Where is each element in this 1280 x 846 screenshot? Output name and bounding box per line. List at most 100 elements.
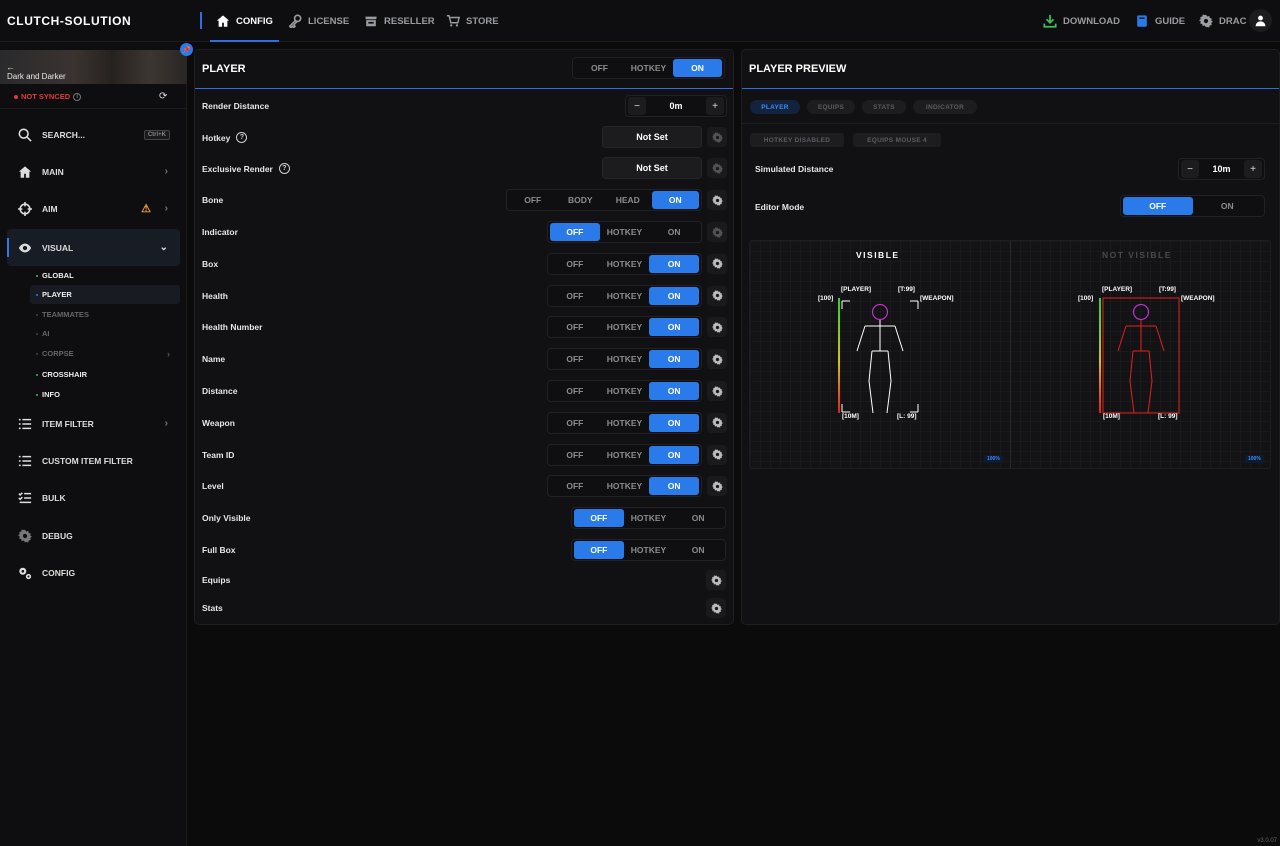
- decrement-button[interactable]: −: [628, 97, 646, 115]
- toggle-off[interactable]: OFF: [550, 382, 600, 400]
- toggle-hotkey[interactable]: HOTKEY: [600, 350, 650, 368]
- simulated-distance-stepper[interactable]: − 10m +: [1178, 158, 1265, 180]
- toggle-off[interactable]: OFF: [574, 541, 624, 559]
- sidebar-item-aim[interactable]: AIM ⚠ ›: [7, 190, 180, 227]
- sub-item-teammates[interactable]: TEAMMATES: [30, 305, 180, 324]
- row-settings-button[interactable]: [707, 381, 727, 401]
- sidebar-item-config[interactable]: CONFIG: [7, 554, 180, 591]
- game-banner[interactable]: ← Dark and Darker: [0, 50, 187, 84]
- row-settings-button[interactable]: [707, 444, 727, 465]
- toggle-on[interactable]: ON: [649, 445, 700, 464]
- toggle-hotkey[interactable]: HOTKEY: [600, 477, 650, 495]
- info-icon[interactable]: i: [73, 92, 82, 101]
- sidebar-item-main[interactable]: MAIN ›: [7, 153, 180, 190]
- tri-state-toggle[interactable]: OFF HOTKEY ON: [547, 252, 702, 275]
- download-link[interactable]: DOWNLOAD: [1043, 0, 1120, 42]
- tab-store[interactable]: STORE: [446, 0, 499, 42]
- toggle-on[interactable]: ON: [651, 191, 699, 209]
- toggle-hotkey[interactable]: HOTKEY: [600, 446, 650, 464]
- row-settings-button[interactable]: [707, 476, 727, 497]
- toggle-off[interactable]: OFF: [550, 255, 600, 273]
- row-settings-button[interactable]: [707, 285, 727, 306]
- increment-button[interactable]: +: [706, 97, 724, 115]
- preview-tab-equips[interactable]: EQUIPS: [807, 100, 855, 114]
- sub-item-info[interactable]: INFO: [30, 385, 180, 404]
- row-settings-button[interactable]: [707, 222, 727, 242]
- tri-state-toggle[interactable]: OFF HOTKEY ON: [547, 284, 702, 307]
- pin-icon[interactable]: 📌: [180, 43, 193, 56]
- toggle-hotkey[interactable]: HOTKEY: [600, 318, 650, 336]
- help-icon[interactable]: ?: [278, 163, 290, 174]
- tab-config[interactable]: CONFIG: [210, 0, 279, 42]
- sub-item-ai[interactable]: AI: [30, 324, 180, 343]
- toggle-body[interactable]: BODY: [557, 191, 605, 209]
- help-icon[interactable]: ?: [236, 132, 248, 143]
- preview-tab-stats[interactable]: STATS: [862, 100, 906, 114]
- bone-settings-button[interactable]: [707, 190, 727, 210]
- tab-reseller[interactable]: RESELLER: [364, 0, 435, 42]
- sidebar-item-debug[interactable]: DEBUG: [7, 517, 180, 554]
- toggle-off[interactable]: OFF: [550, 446, 600, 464]
- increment-button[interactable]: +: [1244, 160, 1262, 178]
- toggle-off[interactable]: OFF: [509, 191, 557, 209]
- bone-toggle[interactable]: OFF BODY HEAD ON: [506, 189, 702, 211]
- toggle-on[interactable]: ON: [649, 318, 700, 337]
- toggle-on[interactable]: ON: [1193, 197, 1263, 215]
- row-settings-button[interactable]: [707, 253, 727, 274]
- row-settings-button[interactable]: [707, 317, 727, 338]
- tri-state-toggle[interactable]: OFF HOTKEY ON: [547, 475, 702, 498]
- toggle-hotkey[interactable]: HOTKEY: [600, 255, 650, 273]
- tab-license[interactable]: LICENSE: [288, 0, 349, 42]
- toggle-on[interactable]: ON: [673, 509, 723, 527]
- tri-state-toggle[interactable]: OFF HOTKEY ON: [547, 411, 702, 434]
- editor-mode-toggle[interactable]: OFF ON: [1120, 195, 1265, 217]
- tri-state-toggle[interactable]: OFF HOTKEY ON: [547, 316, 702, 339]
- toggle-hotkey[interactable]: HOTKEY: [600, 287, 650, 305]
- avatar[interactable]: [1249, 9, 1272, 32]
- tri-state-toggle[interactable]: OFF HOTKEY ON: [571, 539, 726, 561]
- toggle-off[interactable]: OFF: [550, 477, 600, 495]
- toggle-on[interactable]: ON: [649, 350, 700, 369]
- back-arrow-icon[interactable]: ←: [6, 62, 15, 72]
- toggle-on[interactable]: ON: [649, 382, 700, 400]
- sub-item-global[interactable]: GLOBAL: [30, 266, 180, 285]
- tri-state-toggle[interactable]: OFF HOTKEY ON: [547, 380, 702, 402]
- toggle-off[interactable]: OFF: [550, 287, 600, 305]
- toggle-hotkey[interactable]: HOTKEY: [624, 541, 674, 559]
- sidebar-item-visual[interactable]: VISUAL ⌄: [7, 229, 180, 266]
- toggle-on[interactable]: ON: [649, 286, 700, 305]
- sidebar-item-item-filter[interactable]: ITEM FILTER ›: [7, 405, 180, 442]
- refresh-icon[interactable]: ⟳: [159, 91, 167, 102]
- toggle-hotkey[interactable]: HOTKEY: [600, 414, 650, 432]
- tri-state-toggle[interactable]: OFF HOTKEY ON: [547, 348, 702, 371]
- search-button[interactable]: SEARCH... Ctrl+K: [7, 116, 180, 153]
- tri-state-toggle[interactable]: OFF HOTKEY ON: [547, 221, 702, 243]
- sub-item-crosshair[interactable]: CROSSHAIR: [30, 365, 180, 384]
- toggle-on[interactable]: ON: [649, 477, 700, 496]
- esp-preview-canvas[interactable]: VISIBLE [100] [PLAYER] [T:99] [WEAPON] […: [749, 240, 1271, 469]
- tri-state-toggle[interactable]: OFF HOTKEY ON: [571, 507, 726, 529]
- hotkey-settings-button[interactable]: [707, 127, 727, 147]
- toggle-off[interactable]: OFF: [550, 414, 600, 432]
- toggle-off[interactable]: OFF: [550, 318, 600, 336]
- guide-link[interactable]: GUIDE: [1135, 0, 1185, 42]
- toggle-hotkey[interactable]: HOTKEY: [624, 509, 674, 527]
- row-settings-button[interactable]: [707, 349, 727, 370]
- toggle-on[interactable]: ON: [649, 413, 700, 432]
- render-distance-stepper[interactable]: − 0m +: [625, 95, 727, 117]
- toggle-off[interactable]: OFF: [1123, 197, 1193, 215]
- toggle-on[interactable]: ON: [673, 59, 722, 77]
- preview-tab-indicator[interactable]: INDICATOR: [913, 100, 977, 114]
- toggle-off[interactable]: OFF: [550, 223, 600, 241]
- toggle-on[interactable]: ON: [649, 223, 699, 241]
- sub-item-corpse[interactable]: CORPSE ›: [30, 344, 180, 363]
- stepper-value[interactable]: 10m: [1201, 164, 1242, 174]
- decrement-button[interactable]: −: [1181, 160, 1199, 178]
- user-settings[interactable]: DRAC: [1199, 0, 1246, 42]
- toggle-on[interactable]: ON: [649, 254, 700, 273]
- sidebar-item-bulk[interactable]: BULK: [7, 479, 180, 516]
- toggle-hotkey[interactable]: HOTKEY: [600, 223, 650, 241]
- exclusive-render-button[interactable]: Not Set: [602, 157, 702, 179]
- stepper-value[interactable]: 0m: [648, 101, 704, 111]
- toggle-off[interactable]: OFF: [550, 350, 600, 368]
